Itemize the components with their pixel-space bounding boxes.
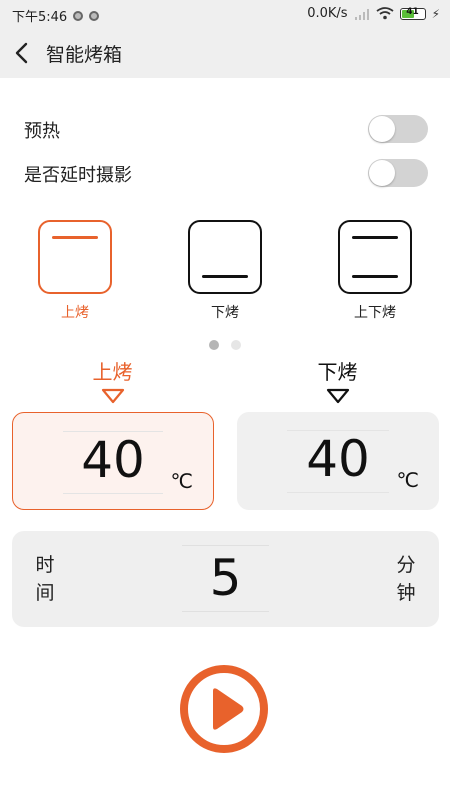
app-header: 智能烤箱 <box>0 28 450 78</box>
minutes-label: 分钟 <box>396 554 416 604</box>
mode-label: 上下烤 <box>354 305 396 321</box>
battery-icon: 41 <box>399 6 426 20</box>
notification-icon <box>89 10 100 21</box>
timelapse-label: 是否延时摄影 <box>24 165 132 186</box>
status-left: 下午5:46 <box>12 6 100 25</box>
mode-top-bottom-heat[interactable]: 上下烤 <box>335 220 415 322</box>
triangle-icon <box>326 388 349 404</box>
lower-temp-label: 下烤 <box>317 360 358 384</box>
back-arrow-icon[interactable] <box>12 41 34 65</box>
lower-temp-unit: ℃ <box>396 468 419 492</box>
upper-temp-header: 上烤 <box>0 356 225 405</box>
upper-temp-unit: ℃ <box>170 469 193 493</box>
start-play-button[interactable] <box>178 663 270 755</box>
bottom-heat-icon <box>188 220 262 294</box>
lower-temp-picker[interactable]: 40 ℃ <box>237 412 439 510</box>
pager-dot[interactable] <box>230 340 241 350</box>
preheat-label: 预热 <box>24 121 60 142</box>
preheat-row: 预热 <box>24 112 428 146</box>
charging-icon: ⚡ <box>431 6 440 21</box>
network-speed: 0.0K/s <box>307 6 348 21</box>
wifi-icon <box>376 7 394 20</box>
mode-label: 上烤 <box>61 305 89 321</box>
mode-bottom-heat[interactable]: 下烤 <box>185 220 265 322</box>
mode-top-heat[interactable]: 上烤 <box>35 220 115 322</box>
play-icon <box>213 688 244 730</box>
upper-temp-picker[interactable]: 40 ℃ <box>12 412 214 510</box>
time-value: 5 <box>209 549 242 607</box>
mode-label: 下烤 <box>211 305 239 321</box>
signal-icon <box>354 8 369 20</box>
lower-temp-header: 下烤 <box>225 356 450 405</box>
page-title: 智能烤箱 <box>46 44 123 66</box>
upper-temp-label: 上烤 <box>92 360 133 384</box>
status-right: 0.0K/s 41 ⚡ <box>307 6 440 21</box>
timelapse-toggle[interactable] <box>368 159 428 187</box>
time-picker[interactable]: 时间 5 分钟 <box>12 531 439 627</box>
status-time: 下午5:46 <box>12 10 68 25</box>
selected-triangle-icon <box>101 388 124 404</box>
top-heat-icon <box>38 220 112 294</box>
timelapse-row: 是否延时摄影 <box>24 156 428 190</box>
preheat-toggle[interactable] <box>368 115 428 143</box>
mode-pager <box>0 335 450 354</box>
top-bottom-heat-icon <box>338 220 412 294</box>
notification-icon <box>73 10 84 21</box>
pager-dot-active[interactable] <box>209 340 220 350</box>
battery-level: 41 <box>406 6 419 17</box>
status-bar: 下午5:46 0.0K/s 41 ⚡ <box>0 0 450 28</box>
